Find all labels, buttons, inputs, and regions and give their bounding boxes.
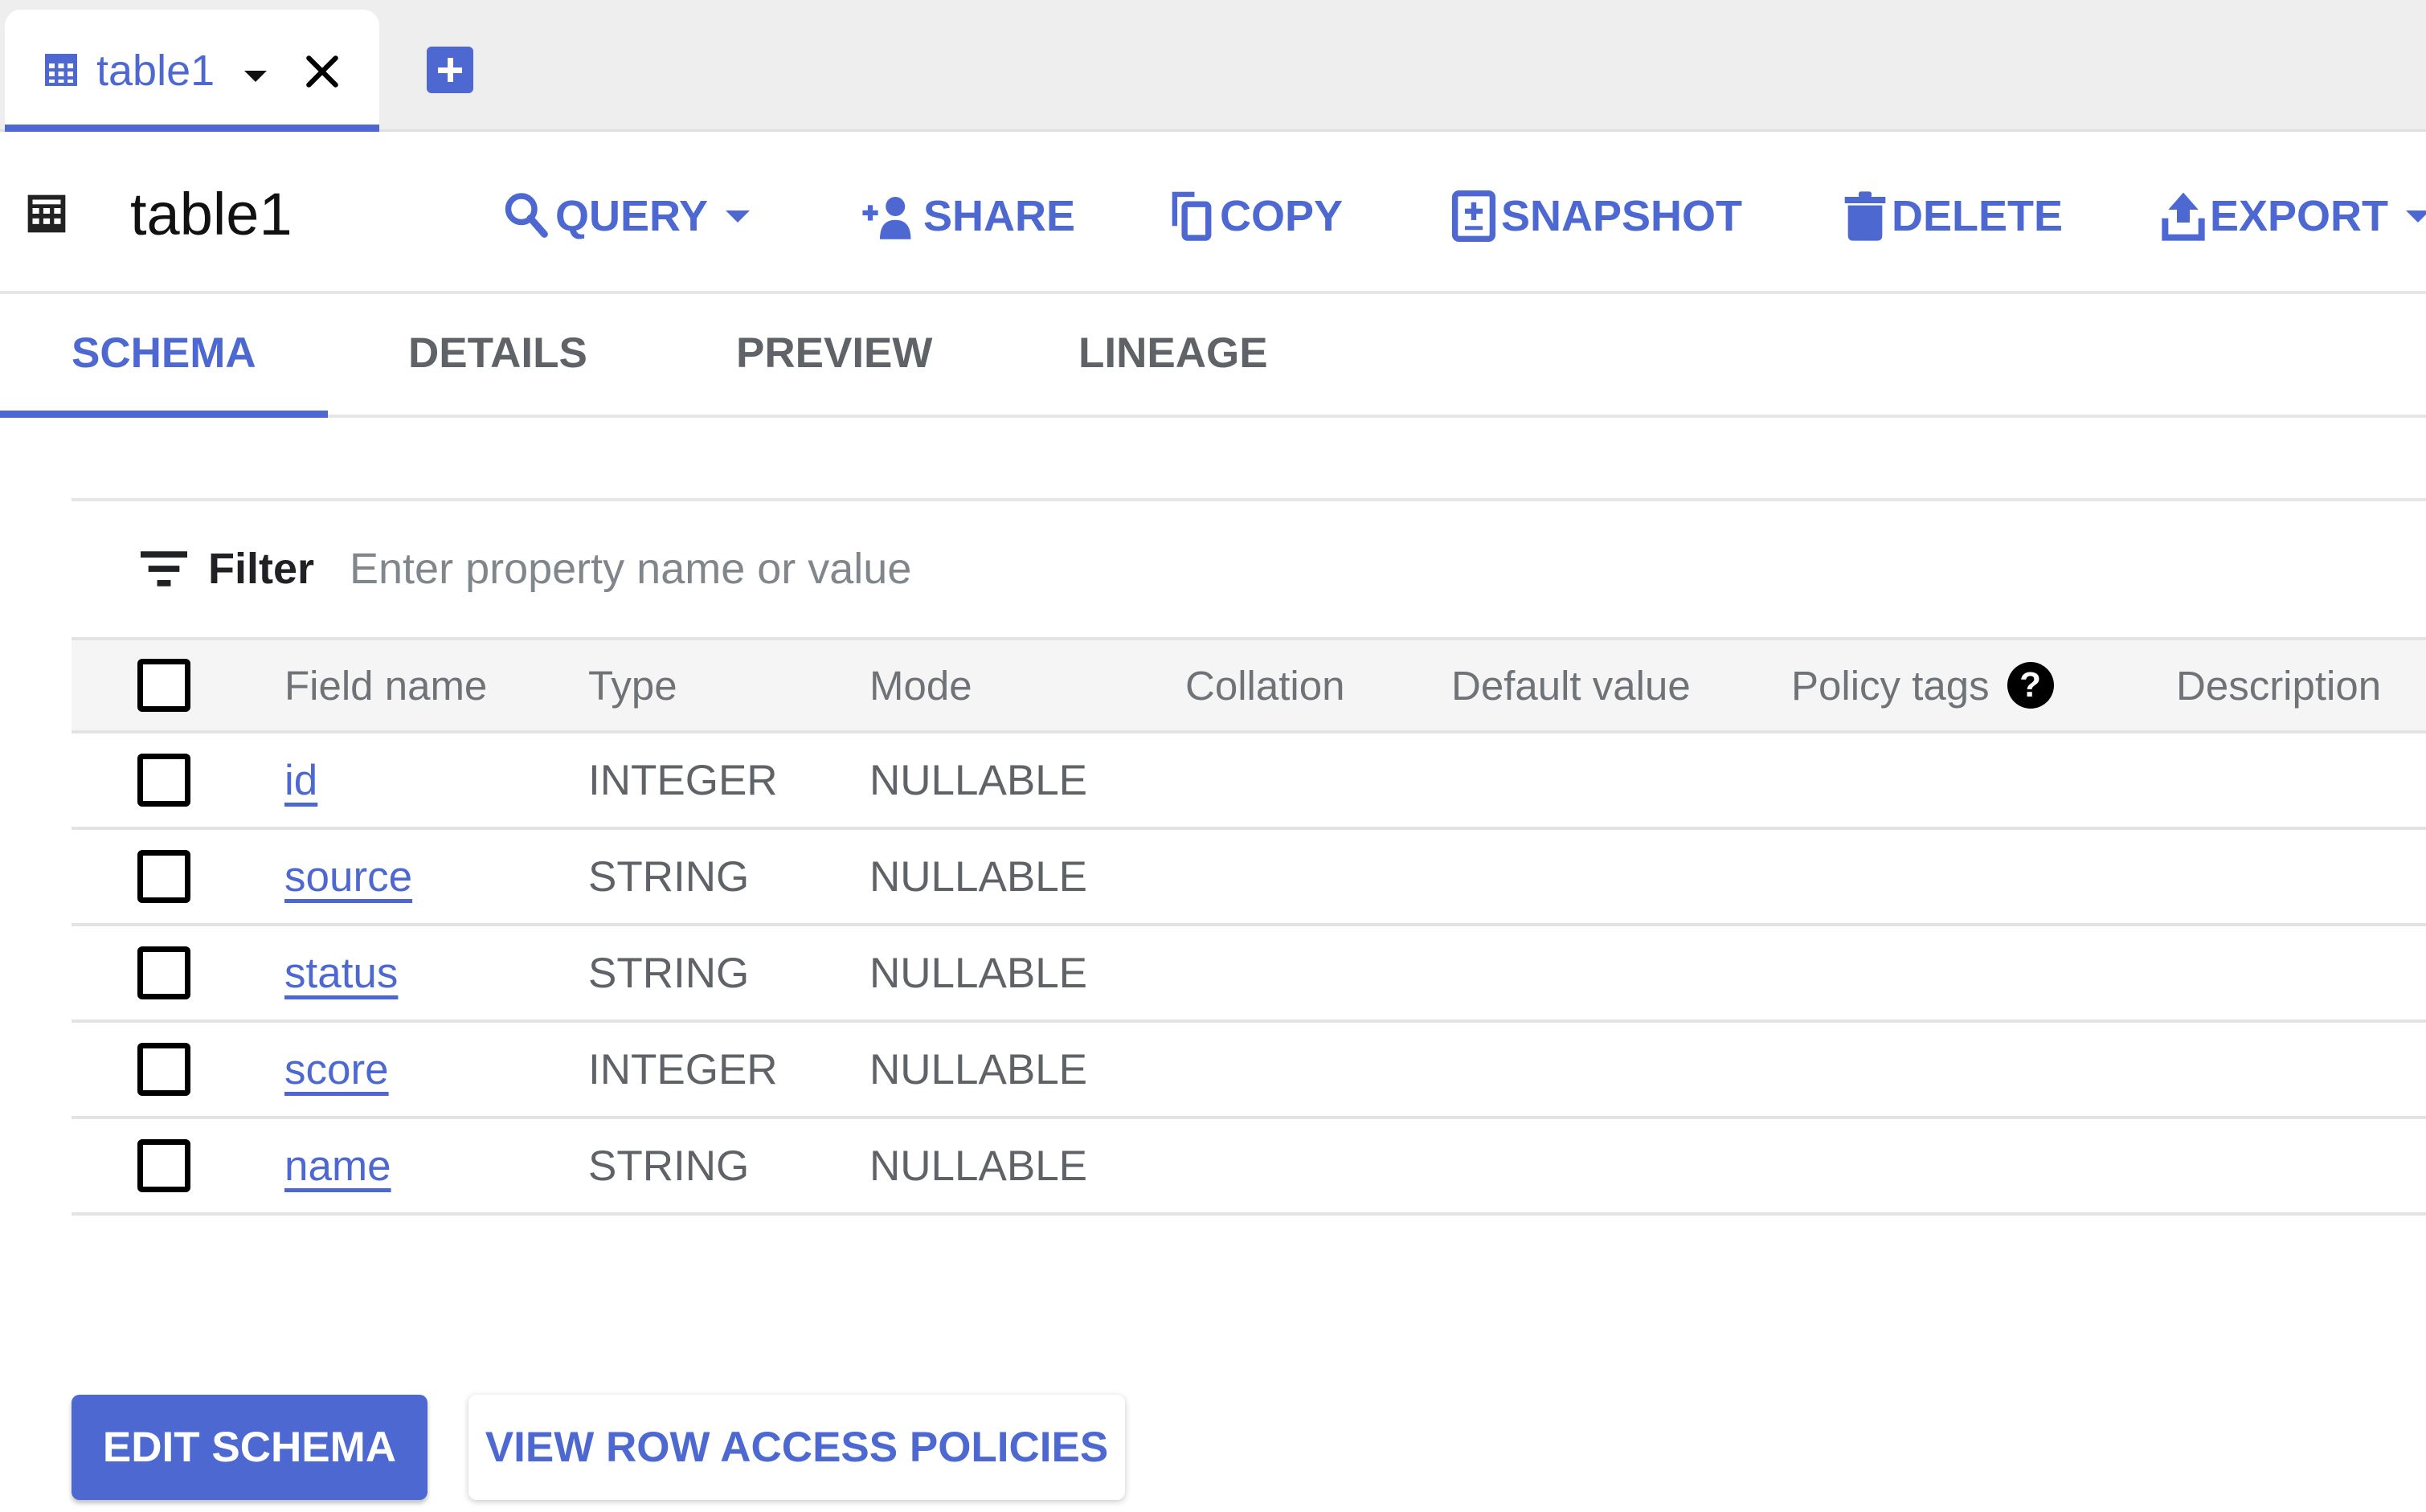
chevron-down-icon [2406, 210, 2426, 223]
filter-icon [141, 551, 187, 586]
close-icon[interactable] [302, 51, 342, 92]
tab-label: table1 [96, 47, 215, 95]
row-checkbox[interactable] [137, 850, 190, 903]
row-checkbox[interactable] [137, 1139, 190, 1192]
filter-input[interactable] [350, 538, 1796, 599]
field-name-link[interactable]: score [284, 1045, 389, 1094]
add-tab-button[interactable] [427, 47, 473, 93]
chevron-down-icon[interactable] [244, 71, 267, 82]
field-name-link[interactable]: id [284, 756, 317, 805]
field-name-link[interactable]: status [284, 949, 398, 998]
row-checkbox[interactable] [137, 754, 190, 807]
tab-strip: table1 [0, 0, 2426, 132]
share-label: SHARE [923, 192, 1076, 240]
copy-icon [1172, 191, 1212, 241]
table-icon [27, 194, 66, 233]
table-row: name STRING NULLABLE [72, 1119, 2426, 1216]
field-type: STRING [588, 852, 750, 901]
field-type: INTEGER [588, 756, 778, 804]
active-section-indicator [0, 411, 328, 418]
column-header-policy-tags: Policy tags ? [1791, 640, 2054, 730]
column-header-default-value[interactable]: Default value [1451, 640, 1691, 730]
delete-button[interactable]: DELETE [1843, 184, 2063, 248]
field-mode: NULLABLE [869, 1045, 1088, 1093]
upload-icon [2162, 192, 2205, 241]
snapshot-button[interactable]: SNAPSHOT [1451, 184, 1742, 248]
copy-button[interactable]: COPY [1170, 184, 1343, 248]
table-row: source STRING NULLABLE [72, 830, 2426, 926]
query-button[interactable]: QUERY [502, 184, 751, 248]
row-checkbox[interactable] [137, 946, 190, 999]
field-name-link[interactable]: name [284, 1142, 391, 1191]
tab-details[interactable]: DETAILS [408, 328, 587, 379]
field-mode: NULLABLE [869, 756, 1088, 804]
filter-bar: Filter [72, 501, 2426, 637]
row-checkbox[interactable] [137, 1043, 190, 1096]
chevron-down-icon [726, 210, 751, 223]
tab-schema[interactable]: SCHEMA [72, 328, 256, 379]
table-row: status STRING NULLABLE [72, 926, 2426, 1023]
table-header: Field name Type Mode Collation Default v… [72, 637, 2426, 734]
active-tab-indicator [5, 125, 379, 132]
field-type: STRING [588, 1142, 750, 1190]
field-mode: NULLABLE [869, 1142, 1088, 1190]
table-icon [45, 54, 77, 86]
export-button[interactable]: EXPORT [2162, 184, 2426, 248]
column-header-field-name[interactable]: Field name [284, 640, 487, 730]
trash-icon [1844, 191, 1886, 241]
column-header-mode[interactable]: Mode [869, 640, 972, 730]
search-icon [505, 193, 548, 238]
export-label: EXPORT [2210, 192, 2389, 240]
snapshot-icon [1451, 190, 1496, 242]
tab-lineage[interactable]: LINEAGE [1078, 328, 1268, 379]
field-type: INTEGER [588, 1045, 778, 1093]
snapshot-label: SNAPSHOT [1501, 192, 1743, 240]
help-icon[interactable]: ? [2007, 662, 2054, 709]
field-name-link[interactable]: source [284, 852, 412, 901]
column-header-type[interactable]: Type [588, 640, 677, 730]
page-title: table1 [130, 181, 293, 247]
select-all-checkbox[interactable] [137, 659, 190, 712]
tab-table1[interactable]: table1 [5, 10, 379, 132]
table-row: id INTEGER NULLABLE [72, 734, 2426, 830]
person-add-icon [862, 197, 911, 239]
policy-tags-label[interactable]: Policy tags [1791, 662, 1990, 709]
toolbar: table1 QUERY SHARE COPY SNAPSHOT DELETE … [0, 134, 2426, 294]
field-mode: NULLABLE [869, 852, 1088, 901]
field-mode: NULLABLE [869, 949, 1088, 997]
share-button[interactable]: SHARE [861, 184, 1075, 248]
filter-label: Filter [208, 545, 315, 593]
edit-schema-button[interactable]: EDIT SCHEMA [72, 1395, 428, 1500]
tab-preview[interactable]: PREVIEW [736, 328, 932, 379]
column-header-collation[interactable]: Collation [1185, 640, 1344, 730]
table-row: score INTEGER NULLABLE [72, 1023, 2426, 1119]
schema-table: Field name Type Mode Collation Default v… [72, 637, 2426, 1216]
column-header-description[interactable]: Description [2176, 640, 2381, 730]
section-tabs: SCHEMA DETAILS PREVIEW LINEAGE [0, 297, 2426, 418]
query-label: QUERY [555, 192, 709, 240]
view-row-access-policies-button[interactable]: VIEW ROW ACCESS POLICIES [468, 1395, 1125, 1500]
copy-label: COPY [1220, 192, 1344, 240]
field-type: STRING [588, 949, 750, 997]
delete-label: DELETE [1892, 192, 2064, 240]
